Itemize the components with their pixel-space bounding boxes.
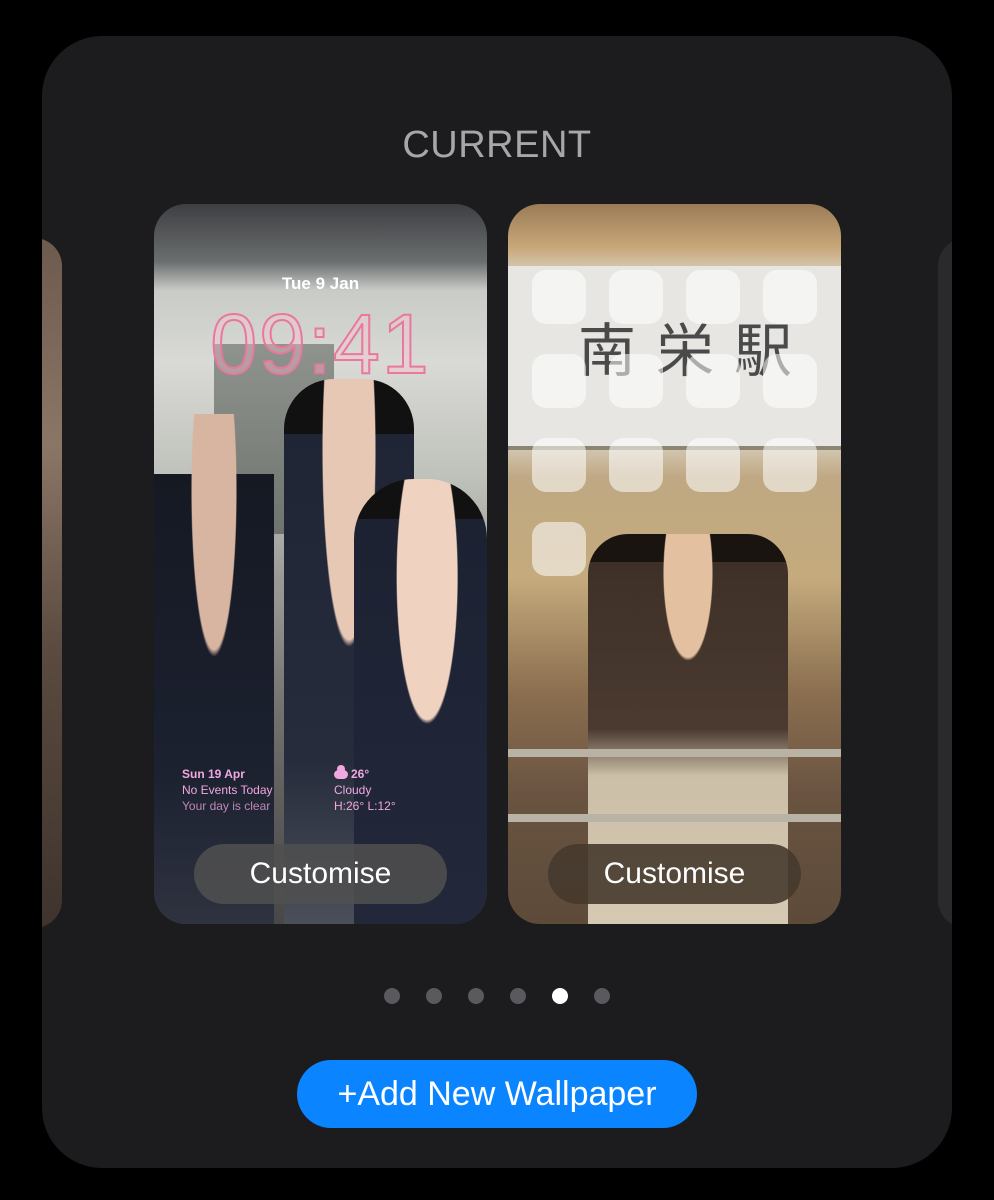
calendar-widget-date: Sun 19 Apr: [182, 767, 245, 781]
plus-icon: +: [337, 1075, 358, 1113]
lock-screen-clock: 09:41: [209, 296, 431, 392]
calendar-widget-events: No Events Today: [182, 783, 273, 797]
page-dot[interactable]: [510, 988, 526, 1004]
next-wallpaper-preview[interactable]: [938, 238, 952, 928]
app-icon-placeholder: [609, 438, 663, 492]
wallpaper-gallery-sheet: CURRENT Tue 9 Jan 09:41 Sun 19 Apr No Ev…: [42, 36, 952, 1168]
lock-screen-date: Tue 9 Jan: [281, 274, 360, 293]
customise-home-screen-button[interactable]: Customise: [548, 844, 801, 904]
app-icon-placeholder: [763, 438, 817, 492]
page-dot[interactable]: [594, 988, 610, 1004]
previous-wallpaper-preview[interactable]: [42, 238, 62, 928]
app-icon-placeholder: [763, 354, 817, 408]
wallpaper-photo-railing: [508, 814, 841, 822]
add-new-wallpaper-button[interactable]: +Add New Wallpaper: [297, 1060, 697, 1128]
weather-widget-temp: 26°: [351, 767, 370, 781]
customise-lock-screen-button[interactable]: Customise: [194, 844, 447, 904]
wallpaper-photo-railing: [508, 749, 841, 757]
page-indicator[interactable]: [42, 988, 952, 1004]
weather-widget-condition: Cloudy: [334, 783, 372, 797]
section-title: CURRENT: [402, 124, 592, 166]
page-dot[interactable]: [426, 988, 442, 1004]
app-icon-placeholder: [686, 438, 740, 492]
app-icon-placeholder: [686, 354, 740, 408]
lock-screen-preview[interactable]: Tue 9 Jan 09:41 Sun 19 Apr No Events Tod…: [154, 204, 487, 924]
app-icon-placeholder: [532, 354, 586, 408]
weather-widget-temp-row: 26°: [334, 765, 396, 782]
app-icon-placeholder: [532, 438, 586, 492]
app-icon-placeholder: [609, 270, 663, 324]
page-dot[interactable]: [384, 988, 400, 1004]
weather-widget-range: H:26° L:12°: [334, 799, 396, 813]
page-dot[interactable]: [468, 988, 484, 1004]
weather-widget: 26° Cloudy H:26° L:12°: [334, 765, 396, 814]
cloud-icon: [334, 765, 348, 779]
calendar-widget: Sun 19 Apr No Events Today Your day is c…: [182, 766, 273, 814]
app-icon-placeholder: [686, 270, 740, 324]
app-icon-placeholder: [763, 270, 817, 324]
app-icon-placeholder: [532, 522, 586, 576]
page-dot-active[interactable]: [552, 988, 568, 1004]
app-icon-placeholder: [609, 354, 663, 408]
app-icon-placeholder: [532, 270, 586, 324]
calendar-widget-summary: Your day is clear: [182, 799, 271, 813]
home-screen-preview[interactable]: 南栄駅 Customise: [508, 204, 841, 924]
add-new-wallpaper-label: Add New Wallpaper: [357, 1075, 657, 1113]
